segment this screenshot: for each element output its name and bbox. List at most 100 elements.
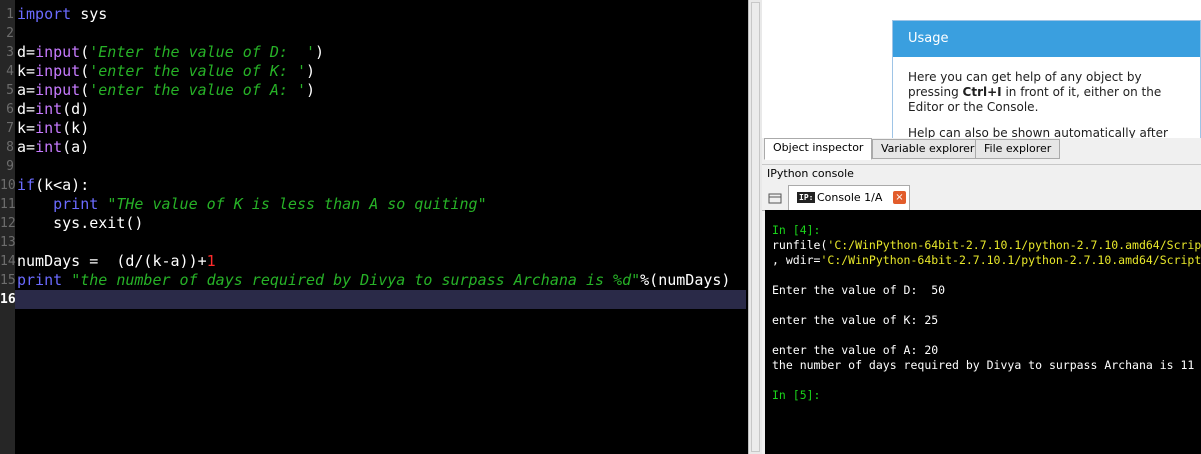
line-number: 4 [6,64,14,79]
code-token: ( [80,62,90,80]
code-token: print [17,271,63,289]
code-token: "the number of days required by Divya to… [71,271,641,289]
ipython-icon: IP: [797,192,816,203]
code-token: ( [80,43,90,61]
ipython-console-title: IPython console [762,164,1201,183]
line-number: 12 [0,216,16,231]
code-line[interactable]: if(k<a): [17,176,89,195]
code-token: input [35,81,81,99]
wdir-arg: , wdir= [772,253,821,267]
code-token: sys [71,5,108,23]
tab-console-1a[interactable]: IP: Console 1/A × [788,185,910,210]
console-runfile-line: runfile('C:/WinPython-64bit-2.7.10.1/pyt… [772,238,1201,253]
code-token: 'enter the value of K: ' [89,62,306,80]
line-number-gutter: 1 2 3 4 5 6 7 8 9 10 11 12 13 14 15 16 [0,0,16,454]
code-token: import [17,5,72,23]
code-token: "THe value of K is less than A so quitin… [107,195,487,213]
usage-body: Here you can get help of any object by p… [893,57,1200,139]
code-token: input [35,62,81,80]
code-line[interactable]: import sys [17,5,107,24]
object-inspector-pane: Usage Here you can get help of any objec… [762,0,1201,139]
code-token: d= [17,100,36,118]
code-line[interactable]: print "THe value of K is less than A so … [17,195,487,214]
usage-help-box: Usage Here you can get help of any objec… [892,20,1201,139]
tab-file-explorer[interactable]: File explorer [975,139,1061,159]
line-number: 2 [6,26,14,41]
console-prompt-in5[interactable]: In [5]: [772,388,820,403]
code-token: sys.exit() [17,214,144,232]
code-token: ) [315,43,325,61]
shortcut-text: Ctrl+I [962,85,1002,99]
console-output-line: the number of days required by Divya to … [772,358,1195,372]
right-pane: Usage Here you can get help of any objec… [762,0,1201,454]
console-output-line: Enter the value of D: 50 [772,283,946,297]
console-toolbar: IP: Console 1/A × [762,183,1201,211]
code-line[interactable]: k=input('enter the value of K: ') [17,62,315,81]
line-number: 6 [6,102,14,117]
code-token: (k<a): [35,176,90,194]
code-line[interactable]: a=int(a) [17,138,89,157]
console-output-line: enter the value of K: 25 [772,313,939,327]
line-number: 14 [0,254,16,269]
code-token: ) [306,62,316,80]
code-token: a= [17,81,36,99]
code-token: (d) [62,100,90,118]
code-token: 1 [206,252,216,270]
code-token: 'Enter the value of D: ' [89,43,316,61]
code-token: 'enter the value of A: ' [89,81,306,99]
line-number: 3 [6,45,14,60]
options-menu-icon[interactable] [768,192,782,204]
code-line[interactable]: d=input('Enter the value of D: ') [17,43,324,62]
current-line-highlight [15,290,746,309]
code-token: int [35,119,63,137]
code-token: if [17,176,36,194]
runfile-call: runfile( [772,238,828,252]
tab-object-inspector[interactable]: Object inspector [764,138,873,160]
line-number: 1 [6,7,14,22]
code-token: int [35,138,63,156]
tab-variable-explorer[interactable]: Variable explorer [872,139,984,159]
console-tab-label: Console 1/A [817,191,883,204]
code-token: k= [17,62,36,80]
usage-title: Usage [893,21,1200,57]
line-number: 10 [0,178,16,193]
wdir-path: 'C:/WinPython-64bit-2.7.10.1/python-2.7.… [820,253,1201,267]
line-number: 13 [0,235,16,250]
code-token: (k) [62,119,90,137]
code-token: ) [306,81,316,99]
code-line[interactable]: d=int(d) [17,100,89,119]
console-prompt-in4: In [4]: [772,223,821,237]
code-line[interactable]: print "the number of days required by Di… [17,271,730,290]
editor-scrollbar-thumb[interactable] [751,2,760,452]
code-line[interactable]: a=input('enter the value of A: ') [17,81,315,100]
code-token: ( [80,81,90,99]
code-line[interactable]: k=int(k) [17,119,89,138]
code-token: input [35,43,81,61]
code-token: d= [17,43,36,61]
code-token: %(numDays) [640,271,731,289]
code-editor[interactable]: 1 2 3 4 5 6 7 8 9 10 11 12 13 14 15 16 import sys d=inpu… [0,0,748,454]
code-token: a= [17,138,36,156]
code-token: k= [17,119,36,137]
runfile-path: 'C:/WinPython-64bit-2.7.10.1/python-2.7.… [827,238,1201,252]
code-token: numDays = (d/(k-a))+ [17,252,207,270]
code-line[interactable]: numDays = (d/(k-a))+1 [17,252,216,271]
editor-scrollbar[interactable] [748,0,763,454]
line-number: 15 [0,273,16,288]
code-token: (a) [62,138,90,156]
code-token: int [35,100,63,118]
line-number: 5 [6,83,14,98]
inspector-tabs: Object inspector Variable explorer File … [762,138,1201,160]
line-number: 9 [6,159,14,174]
line-number: 16 [0,292,16,307]
close-icon[interactable]: × [893,191,906,204]
code-line[interactable]: sys.exit() [17,214,143,233]
line-number: 11 [0,197,16,212]
usage-paragraph-1: Here you can get help of any object by p… [908,70,1185,115]
console-output-line: enter the value of A: 20 [772,343,939,357]
line-number: 8 [6,140,14,155]
ipython-console-output[interactable]: In [4]: runfile('C:/WinPython-64bit-2.7.… [765,210,1201,454]
